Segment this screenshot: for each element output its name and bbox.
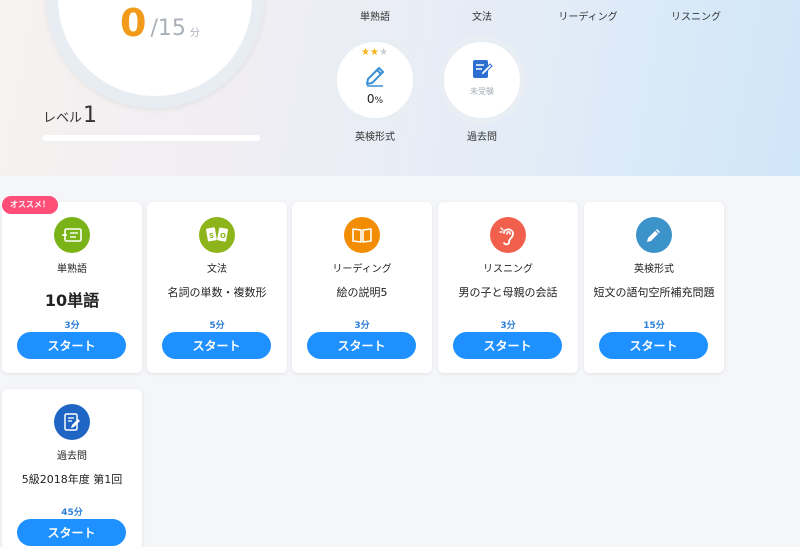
score-current: 0 — [120, 1, 147, 45]
mode-eiken-circle[interactable]: ★★★ 0% — [331, 36, 419, 124]
start-button-listening[interactable]: スタート — [453, 332, 562, 359]
recommended-badge: オススメ！ — [2, 196, 58, 214]
card-category: 過去問 — [57, 451, 87, 462]
card-duration: 3分 — [500, 321, 516, 331]
card-duration: 15分 — [643, 321, 665, 331]
star-rating: ★★★ — [361, 47, 388, 58]
card-category: リーディング — [332, 264, 392, 275]
hero-panel: 0 /15 分 レベル 1 単熟語 文法 リーディング リスニング ★★★ 0%… — [0, 0, 800, 176]
top-category-grammar[interactable]: 文法 — [437, 8, 527, 23]
pencil-icon — [636, 217, 672, 253]
mode-past-exam-label: 過去問 — [467, 132, 497, 143]
document-icon — [54, 404, 90, 440]
svg-text:O: O — [220, 232, 226, 240]
score-display: 0 /15 分 — [120, 0, 200, 42]
grammar-icon: S O — [199, 217, 235, 253]
document-icon — [471, 58, 493, 84]
top-category-listening[interactable]: リスニング — [651, 8, 741, 23]
star-icon: ★ — [369, 47, 379, 58]
ear-icon — [490, 217, 526, 253]
card-category: 単熟語 — [57, 264, 87, 275]
level-display: レベル 1 — [43, 104, 97, 128]
top-category-reading[interactable]: リーディング — [543, 8, 633, 23]
vocabulary-icon — [54, 217, 90, 253]
card-title: 5級2018年度 第1回 — [21, 473, 123, 486]
start-button-grammar[interactable]: スタート — [162, 332, 271, 359]
card-grammar: S O 文法 名詞の単数・複数形 5分 スタート — [147, 202, 287, 373]
card-category: 英検形式 — [634, 264, 674, 275]
card-eiken-format: 英検形式 短文の語句空所補充問題 15分 スタート — [584, 202, 724, 373]
star-icon: ★ — [378, 47, 388, 58]
mode-past-exam-circle[interactable]: 未受験 — [438, 36, 526, 124]
card-title: 名詞の単数・複数形 — [167, 286, 267, 299]
card-category: 文法 — [207, 264, 227, 275]
start-button-past-exam[interactable]: スタート — [17, 519, 126, 546]
svg-text:S: S — [209, 232, 214, 240]
start-button-eiken-format[interactable]: スタート — [599, 332, 708, 359]
mode-eiken-label: 英検形式 — [355, 132, 395, 143]
mode-past-exam-status: 未受験 — [470, 87, 494, 96]
card-title: 短文の語句空所補充問題 — [593, 286, 715, 299]
start-button-reading[interactable]: スタート — [307, 332, 416, 359]
card-reading: リーディング 絵の説明5 3分 スタート — [292, 202, 432, 373]
card-past-exam: 過去問 5級2018年度 第1回 45分 スタート — [2, 389, 142, 547]
start-button-vocabulary[interactable]: スタート — [17, 332, 126, 359]
pencil-icon — [363, 64, 387, 92]
score-unit: 分 — [189, 28, 200, 39]
mode-eiken-format[interactable]: ★★★ 0% 英検形式 — [331, 36, 419, 143]
level-number: 1 — [83, 103, 98, 128]
star-icon: ★ — [361, 47, 370, 58]
card-category: リスニング — [483, 264, 533, 275]
top-category-vocabulary[interactable]: 単熟語 — [330, 8, 420, 23]
score-total: /15 — [150, 16, 186, 41]
card-duration: 45分 — [61, 508, 83, 518]
card-title: 男の子と母親の会話 — [458, 286, 558, 299]
book-icon — [344, 217, 380, 253]
card-title: 絵の説明5 — [336, 286, 388, 299]
mode-eiken-percent: 0% — [366, 92, 384, 106]
card-duration: 3分 — [64, 321, 80, 331]
mode-past-exam[interactable]: 未受験 過去問 — [438, 36, 526, 143]
card-listening: リスニング 男の子と母親の会話 3分 スタート — [438, 202, 578, 373]
level-label: レベル — [43, 111, 83, 126]
level-progress-bar — [43, 135, 260, 141]
card-duration: 5分 — [209, 321, 225, 331]
card-title: 10単語 — [44, 291, 100, 310]
card-vocabulary: 単熟語 10単語 3分 スタート — [2, 202, 142, 373]
card-duration: 3分 — [354, 321, 370, 331]
